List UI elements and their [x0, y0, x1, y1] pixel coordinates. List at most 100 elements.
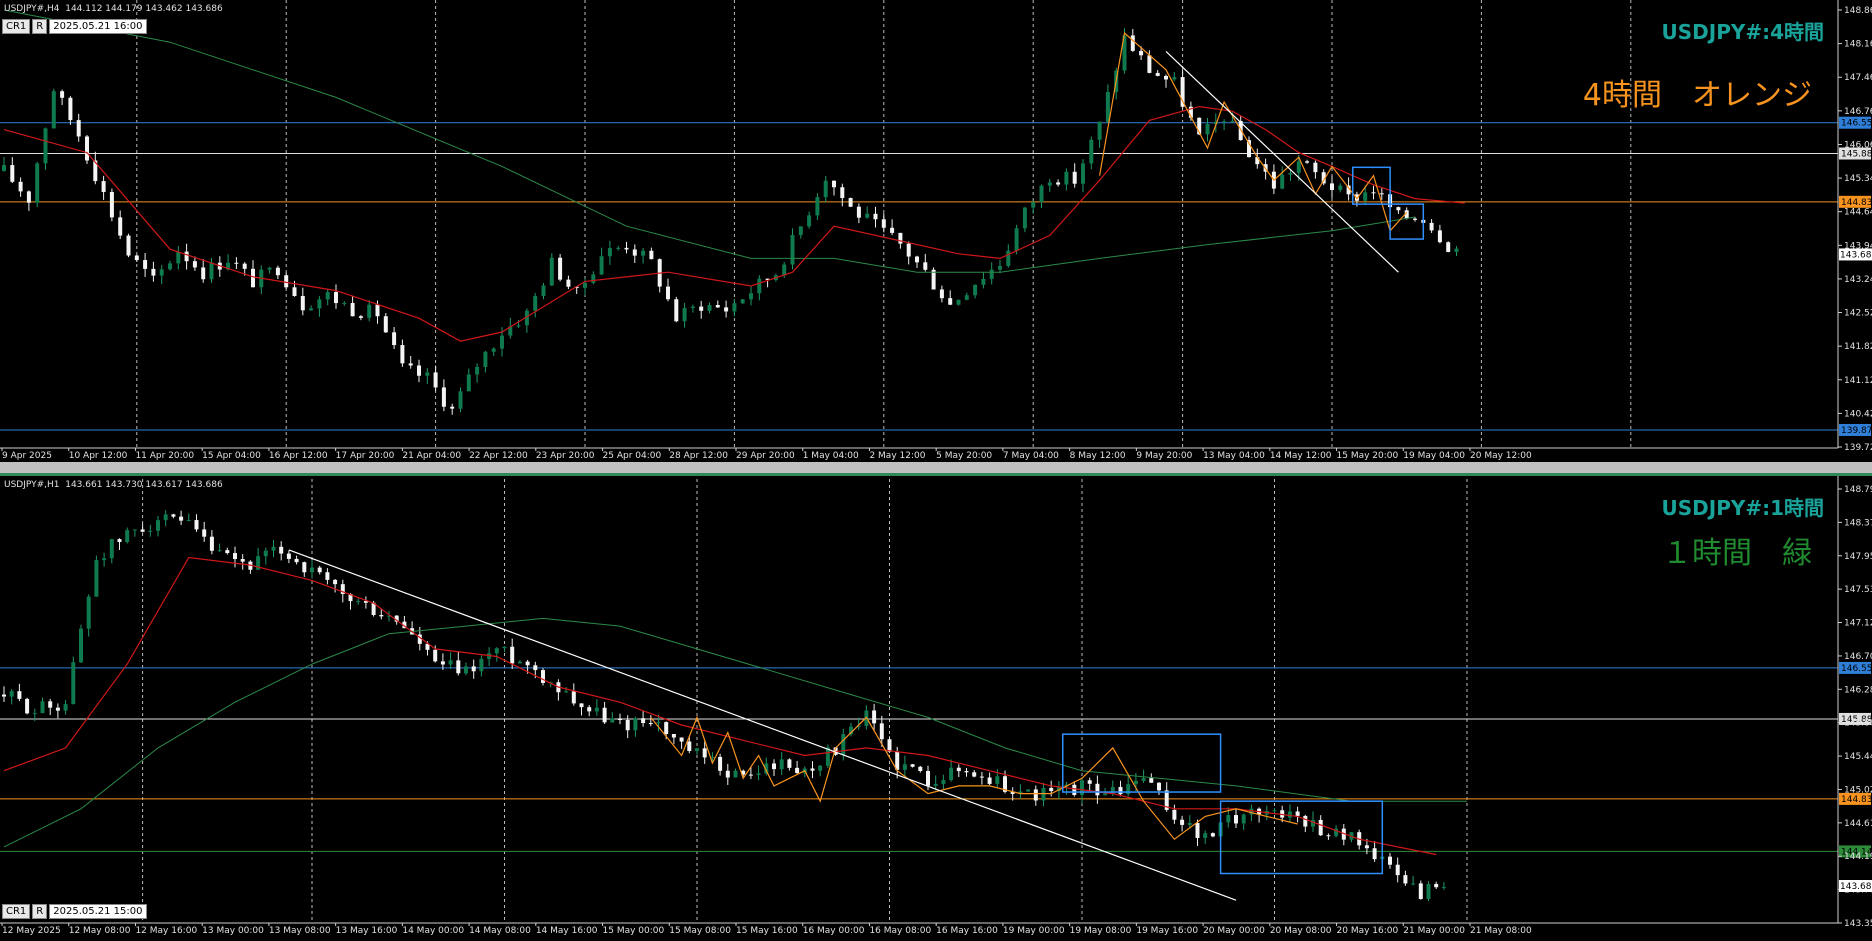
h4-candle-body	[674, 299, 679, 322]
h1-candle-body	[610, 718, 615, 723]
h1-time-tick-label: 20 May 00:00	[1203, 926, 1265, 936]
h1-candle-body	[1388, 856, 1392, 865]
h4-r-tag[interactable]: R	[32, 19, 48, 34]
h1-candle-body	[618, 718, 622, 720]
h1-candle-body	[63, 704, 68, 711]
h1-candle-body	[641, 718, 646, 724]
h4-candle-body	[1222, 121, 1227, 123]
h1-candle-body	[1226, 815, 1231, 823]
h1-candle-body	[1203, 833, 1208, 838]
h4-candle-body	[790, 234, 795, 265]
h4-cr-tag[interactable]: CR1	[2, 19, 31, 34]
h4-candle-body	[948, 298, 953, 305]
h4-candle-body	[251, 268, 255, 288]
h1-candle-body	[779, 759, 784, 770]
h4-time-tick-label: 5 May 20:00	[936, 451, 992, 461]
h4-candle-body	[284, 275, 289, 288]
h1-price-tick-label: 146.70	[1844, 652, 1872, 662]
h4-candle-body	[798, 226, 803, 235]
h1-candle-body	[841, 734, 846, 755]
h4-candle-body	[915, 256, 919, 263]
h1-candle-body	[1395, 864, 1400, 876]
h1-candle-body	[1241, 814, 1246, 824]
h1-candle-body	[217, 550, 222, 552]
h4-candle-body	[549, 257, 554, 286]
h4-candle-body	[541, 285, 546, 296]
h1-candle-body	[186, 520, 191, 522]
h1-candle-body	[48, 701, 53, 708]
h1-hline-label-2: 144.83	[1841, 795, 1872, 805]
h4-candle-body	[367, 304, 372, 318]
h1-candle-body	[271, 546, 276, 551]
h1-candle-body	[633, 718, 638, 731]
h1-price-tick-label: 144.19	[1844, 852, 1872, 862]
h4-price-tick-label: 143.24	[1844, 275, 1872, 285]
h1-candle-body	[1195, 822, 1200, 838]
h4-candle-body	[350, 303, 355, 317]
h1-candle-body	[949, 767, 954, 781]
h1-price-tick-label: 148.37	[1844, 518, 1872, 528]
h1-candle-body	[1249, 808, 1254, 815]
h1-candle-body	[471, 666, 476, 672]
h4-candle-body	[931, 269, 936, 290]
h1-r-tag[interactable]: R	[32, 904, 48, 919]
h4-candle-body	[840, 187, 845, 199]
h4-candle-body	[1147, 55, 1152, 73]
h4-candle-body	[1288, 172, 1293, 175]
h4-chart-panel[interactable]: 146.55 145.88 144.83 139.87 148.86 148.16 147.…	[0, 0, 1872, 462]
h4-candle-body	[242, 263, 247, 269]
h1-candle-body	[279, 546, 284, 554]
h1-chart-panel[interactable]: 146.55145.88144.83144.14148.79148.37147.…	[0, 473, 1872, 941]
h1-candle-body	[918, 766, 923, 772]
h4-candle-body	[1014, 228, 1019, 251]
h1-candle-body	[594, 707, 599, 712]
h4-candle-body	[1056, 182, 1061, 185]
h4-candle-body	[699, 306, 704, 311]
h4-candle-body	[998, 265, 1002, 270]
h4-candle-body	[267, 267, 272, 270]
h4-candle-body	[134, 255, 139, 261]
h1-candle-body	[987, 777, 992, 784]
h1-candle-body	[625, 719, 630, 731]
h1-candle-body	[32, 713, 37, 715]
h1-price-tick-label: 145.44	[1844, 752, 1872, 762]
h1-candle-body	[910, 764, 915, 767]
h4-candle-body	[151, 268, 156, 276]
h4-time-tick-label: 16 Apr 12:00	[269, 451, 328, 461]
h4-price-tick-label: 140.42	[1844, 409, 1872, 419]
h4-candle-body	[607, 248, 612, 257]
h4-time-tick-label: 9 May 20:00	[1136, 451, 1192, 461]
h4-candle-body	[682, 307, 687, 322]
h1-candle-body	[748, 774, 753, 776]
h1-candle-body	[202, 529, 207, 537]
h1-candle-body	[872, 710, 877, 724]
h4-candle-body	[583, 282, 587, 288]
h1-candle-body	[17, 691, 22, 699]
h4-candle-body	[450, 406, 455, 409]
h4-time-tick-label: 15 May 20:00	[1337, 451, 1399, 461]
h1-candle-body	[125, 530, 130, 542]
h4-candle-body	[43, 128, 48, 164]
h1-candle-body	[294, 558, 299, 563]
h4-candle-body	[101, 181, 106, 192]
h1-candle-body	[94, 560, 99, 597]
h1-last-price-label: 143.686	[1840, 882, 1872, 892]
h1-time-tick-label: 19 May 00:00	[1003, 926, 1065, 936]
h4-hline-label-3: 139.87	[1841, 426, 1872, 436]
h1-candle-body	[233, 553, 237, 560]
h4-time-tick-label: 21 Apr 04:00	[402, 451, 461, 461]
h1-candle-body	[448, 660, 453, 665]
h1-candle-body	[1041, 787, 1046, 801]
h4-candle-body	[483, 351, 488, 367]
h4-candle-body	[118, 217, 123, 236]
h1-sma-green-line	[3, 617, 1467, 848]
h1-candle-body	[648, 723, 653, 725]
h4-time-tick-label: 17 Apr 20:00	[336, 451, 395, 461]
h4-candle-body	[85, 136, 89, 161]
h4-candle-body	[632, 249, 637, 256]
h1-candle-body	[379, 615, 384, 617]
h4-candle-body	[383, 316, 388, 333]
h1-cr-tag[interactable]: CR1	[2, 904, 31, 919]
h4-candle-body	[923, 262, 928, 270]
panel-separator[interactable]	[0, 462, 1872, 473]
